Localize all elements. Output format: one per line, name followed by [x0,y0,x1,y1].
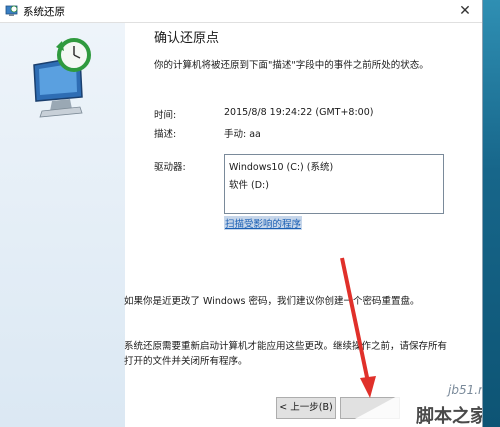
system-restore-icon [5,5,18,16]
scan-affected-programs-link[interactable]: 扫描受影响的程序 [224,216,303,230]
sidebar-panel [0,23,125,427]
time-value: 2015/8/8 19:24:22 (GMT+8:00) [224,107,374,118]
restart-note-line2: 打开的文件并关闭所有程序。 [124,356,248,367]
system-restore-window: 系统还原 ✕ 确认还原点 你的计算机将被还原到下面"描述"字段中的事件之前所处的… [0,0,483,427]
time-label: 时间: [154,110,177,121]
back-button[interactable]: < 上一步(B) [276,397,336,419]
page-title: 确认还原点 [154,31,220,46]
desktop-background [482,0,500,427]
close-icon: ✕ [459,3,471,19]
finish-button[interactable] [340,397,400,419]
window-title: 系统还原 [23,6,65,18]
restart-note-line1: 系统还原需要重新启动计算机才能应用这些更改。继续操作之前，请保存所有 [124,341,448,352]
description-label: 描述: [154,129,177,140]
restore-description-text: 你的计算机将被还原到下面"描述"字段中的事件之前所处的状态。 [154,60,429,71]
drives-list[interactable]: Windows10 (C:) (系统) 软件 (D:) [224,154,444,214]
restore-clock-monitor-icon [33,38,91,118]
description-value: 手动: aa [224,129,261,140]
drive-item-d: 软件 (D:) [229,180,269,191]
drives-label: 驱动器: [154,162,186,173]
drive-item-c: Windows10 (C:) (系统) [229,162,334,173]
content-panel: 确认还原点 你的计算机将被还原到下面"描述"字段中的事件之前所处的状态。 时间:… [124,23,481,427]
title-bar: 系统还原 ✕ [0,0,482,23]
password-reset-note: 如果你是近更改了 Windows 密码，我们建议你创建一个密码重置盘。 [124,296,420,307]
close-button[interactable]: ✕ [448,0,482,22]
